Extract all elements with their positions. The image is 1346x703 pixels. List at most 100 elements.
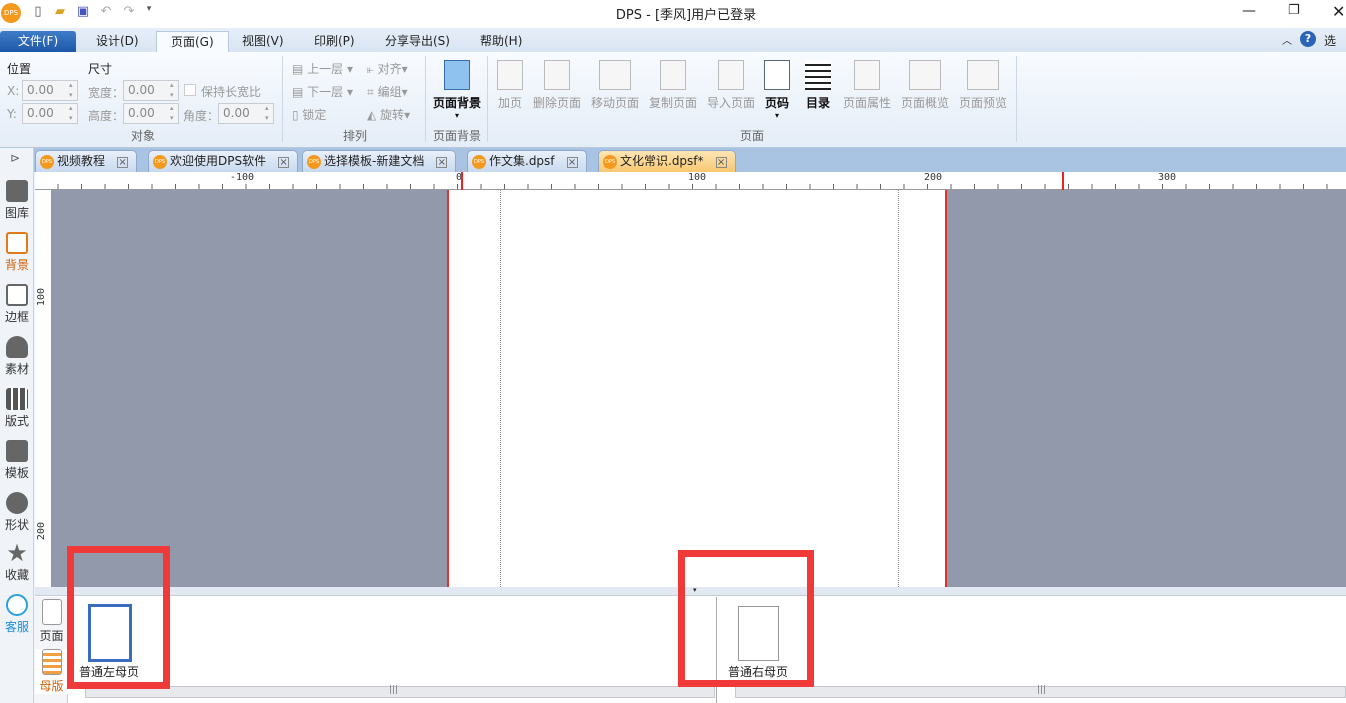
send-backward-button[interactable]: ▤ 下一层 ▾ (292, 83, 353, 100)
background-icon (6, 232, 28, 254)
doc-tab[interactable]: DPS 作文集.dpsf × (467, 150, 587, 172)
document-tab-bar: DPS 视频教程 × DPS 欢迎使用DPS软件 × DPS 选择模板-新建文档 × DPS… (0, 148, 1346, 172)
sidebar-item-material[interactable]: 素材 (0, 336, 34, 377)
tab-master-label: 母版 (39, 679, 64, 693)
close-tab-icon[interactable]: × (278, 157, 290, 168)
paint-bucket-icon (444, 60, 470, 90)
tab-print[interactable]: 印刷(P) (300, 31, 369, 52)
move-page-label: 移动页面 (590, 96, 639, 110)
delete-page-button[interactable]: 删除页面 (529, 60, 585, 111)
close-tab-icon[interactable]: × (436, 157, 448, 168)
tab-design[interactable]: 设计(D) (82, 31, 153, 52)
page-canvas[interactable] (447, 190, 947, 587)
scroll-thumb[interactable]: ||| (389, 685, 398, 695)
lock-icon: ▯ (292, 108, 303, 122)
doc-tab-label: 作文集.dpsf (489, 154, 555, 168)
doc-tab-active[interactable]: DPS 文化常识.dpsf* × (598, 150, 736, 172)
dps-icon: DPS (153, 154, 167, 169)
keep-ratio-checkbox[interactable] (184, 84, 196, 96)
sidebar-item-gallery[interactable]: 图库 (0, 180, 34, 221)
tab-share-export[interactable]: 分享导出(S) (371, 31, 464, 52)
group-label: 编组 (377, 85, 402, 99)
expand-panel-icon[interactable]: ⊳ (10, 151, 20, 165)
page-properties-label: 页面属性 (842, 96, 891, 110)
shape-icon (6, 492, 28, 514)
width-input[interactable]: 0.00 (123, 80, 179, 101)
close-button[interactable]: ✕ (1332, 2, 1345, 21)
tab-help[interactable]: 帮助(H) (466, 31, 536, 52)
doc-tab[interactable]: DPS 欢迎使用DPS软件 × (148, 150, 299, 172)
save-icon[interactable]: ▣ (75, 4, 91, 20)
sidebar-item-support[interactable]: 客服 (0, 594, 34, 635)
restore-button[interactable]: ❐ (1288, 3, 1300, 18)
page-number-button[interactable]: 页码 ▾ (757, 60, 797, 120)
tab-file[interactable]: 文件(F) (0, 31, 76, 52)
import-page-button[interactable]: 导入页面 (703, 60, 759, 111)
tab-page[interactable]: 页面(G) (156, 31, 229, 52)
page-overview-label: 页面概览 (900, 96, 949, 110)
customize-dropdown-icon[interactable]: ▾ (141, 4, 157, 20)
y-label: Y: (7, 107, 17, 121)
doc-tab[interactable]: DPS 视频教程 × (35, 150, 138, 172)
ruler-label: -100 (230, 172, 255, 183)
star-icon: ★ (6, 539, 28, 567)
lock-button[interactable]: ▯ 锁定 (292, 106, 326, 123)
close-tab-icon[interactable]: × (566, 157, 578, 168)
page-overview-button[interactable]: 页面概览 (897, 60, 953, 111)
sidebar-item-shape[interactable]: 形状 (0, 492, 34, 533)
margin-marker[interactable] (461, 172, 463, 190)
x-input[interactable]: 0.00 (22, 80, 78, 101)
redo-icon[interactable]: ↷ (121, 4, 137, 20)
dps-icon: DPS (603, 154, 617, 169)
sidebar-label: 版式 (4, 414, 29, 428)
height-input[interactable]: 0.00 (123, 103, 179, 124)
send-backward-label: 下一层 (307, 85, 344, 99)
minimize-button[interactable]: — (1242, 3, 1256, 19)
tab-view[interactable]: 视图(V) (228, 31, 298, 52)
close-tab-icon[interactable]: × (715, 157, 727, 168)
sidebar-item-background[interactable]: 背景 (0, 232, 34, 273)
open-folder-icon[interactable]: ▰ (52, 4, 68, 20)
undo-icon[interactable]: ↶ (98, 4, 114, 20)
move-page-button[interactable]: 移动页面 (587, 60, 643, 111)
sidebar-item-layout[interactable]: 版式 (0, 388, 34, 429)
sidebar-item-favorites[interactable]: ★ 收藏 (0, 539, 34, 583)
tab-pages[interactable]: 页面 (35, 599, 68, 644)
copy-page-label: 复制页面 (648, 96, 697, 110)
sidebar-item-template[interactable]: 模板 (0, 440, 34, 481)
group-button[interactable]: ⌗ 编组▾ (367, 83, 408, 100)
tab-master[interactable]: 母版 (35, 649, 68, 694)
margin-marker[interactable] (1062, 172, 1064, 190)
highlight-box-right-master (678, 550, 814, 687)
bring-forward-button[interactable]: ▤ 上一层 ▾ (292, 60, 353, 77)
align-button[interactable]: ⫦ 对齐▾ (367, 60, 408, 77)
add-page-button[interactable]: 加页 (490, 60, 530, 111)
flower-icon (6, 336, 28, 358)
copy-page-button[interactable]: 复制页面 (645, 60, 701, 111)
page-preview-button[interactable]: 页面预览 (955, 60, 1011, 111)
divider (282, 56, 283, 142)
dps-icon: DPS (307, 154, 321, 169)
y-input[interactable]: 0.00 (22, 103, 78, 124)
lock-label: 锁定 (302, 108, 327, 122)
page-group-label: 页面 (739, 129, 764, 143)
collapse-ribbon-icon[interactable]: ︿ (1282, 32, 1292, 47)
help-icon[interactable]: ? (1300, 31, 1316, 47)
page-background-button[interactable]: 页面背景 ▾ (429, 60, 485, 120)
page-background-label: 页面背景 (432, 96, 481, 110)
ruler-label: 200 (36, 522, 47, 541)
page-properties-button[interactable]: 页面属性 (839, 60, 895, 111)
group-icon: ⌗ (367, 85, 378, 99)
horizontal-ruler: -100 0 100 200 300 (35, 172, 1346, 190)
divider (1016, 56, 1017, 142)
scroll-thumb[interactable]: ||| (1037, 685, 1046, 695)
rotate-button[interactable]: ◭ 旋转▾ (367, 106, 410, 123)
horizontal-scrollbar-left[interactable] (85, 686, 715, 698)
doc-tab[interactable]: DPS 选择模板-新建文档 × (302, 150, 457, 172)
close-tab-icon[interactable]: × (117, 157, 129, 168)
new-file-icon[interactable]: ▯ (30, 4, 46, 20)
angle-input[interactable]: 0.00 (218, 103, 274, 124)
add-page-icon (497, 60, 523, 90)
toc-button[interactable]: 目录 (798, 60, 838, 111)
sidebar-item-border[interactable]: 边框 (0, 284, 34, 325)
